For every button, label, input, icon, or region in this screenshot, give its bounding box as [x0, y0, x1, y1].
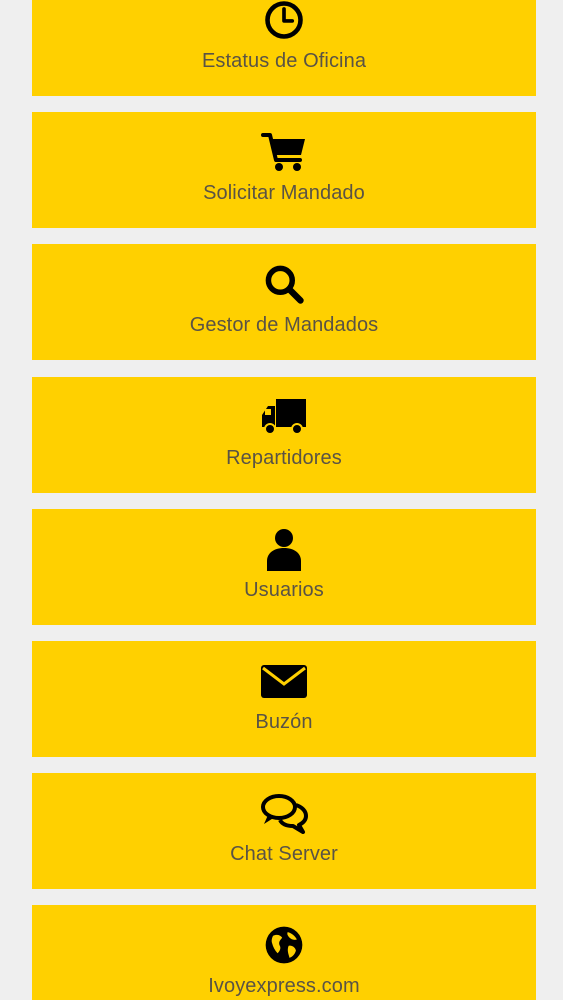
clock-icon: [260, 0, 308, 42]
menu-item-label: Ivoyexpress.com: [208, 975, 360, 997]
menu-item-label: Buzón: [255, 711, 313, 733]
menu-item-chat-server[interactable]: Chat Server: [32, 773, 536, 889]
truck-icon: [260, 395, 308, 439]
menu-item-label: Gestor de Mandados: [189, 314, 379, 336]
chat-icon: [260, 791, 308, 835]
menu-item-gestor-mandados[interactable]: Gestor de Mandados: [32, 244, 536, 360]
menu-item-usuarios[interactable]: Usuarios: [32, 509, 536, 625]
menu-item-estatus-oficina[interactable]: Estatus de Oficina: [32, 0, 536, 96]
menu-item-website[interactable]: Ivoyexpress.com: [32, 905, 536, 1000]
main-menu: Estatus de Oficina Solicitar Mandado Ges…: [0, 0, 563, 1000]
menu-item-label: Solicitar Mandado: [203, 182, 365, 204]
menu-item-label: Chat Server: [230, 843, 338, 865]
menu-item-solicitar-mandado[interactable]: Solicitar Mandado: [32, 112, 536, 228]
user-icon: [260, 527, 308, 571]
envelope-icon: [260, 659, 308, 703]
search-icon: [260, 262, 308, 306]
globe-icon: [260, 923, 308, 967]
cart-icon: [260, 130, 308, 174]
menu-item-repartidores[interactable]: Repartidores: [32, 377, 536, 493]
menu-item-label: Usuarios: [244, 579, 324, 601]
menu-item-label: Estatus de Oficina: [201, 50, 367, 72]
menu-item-label: Repartidores: [226, 447, 342, 469]
menu-item-buzon[interactable]: Buzón: [32, 641, 536, 757]
